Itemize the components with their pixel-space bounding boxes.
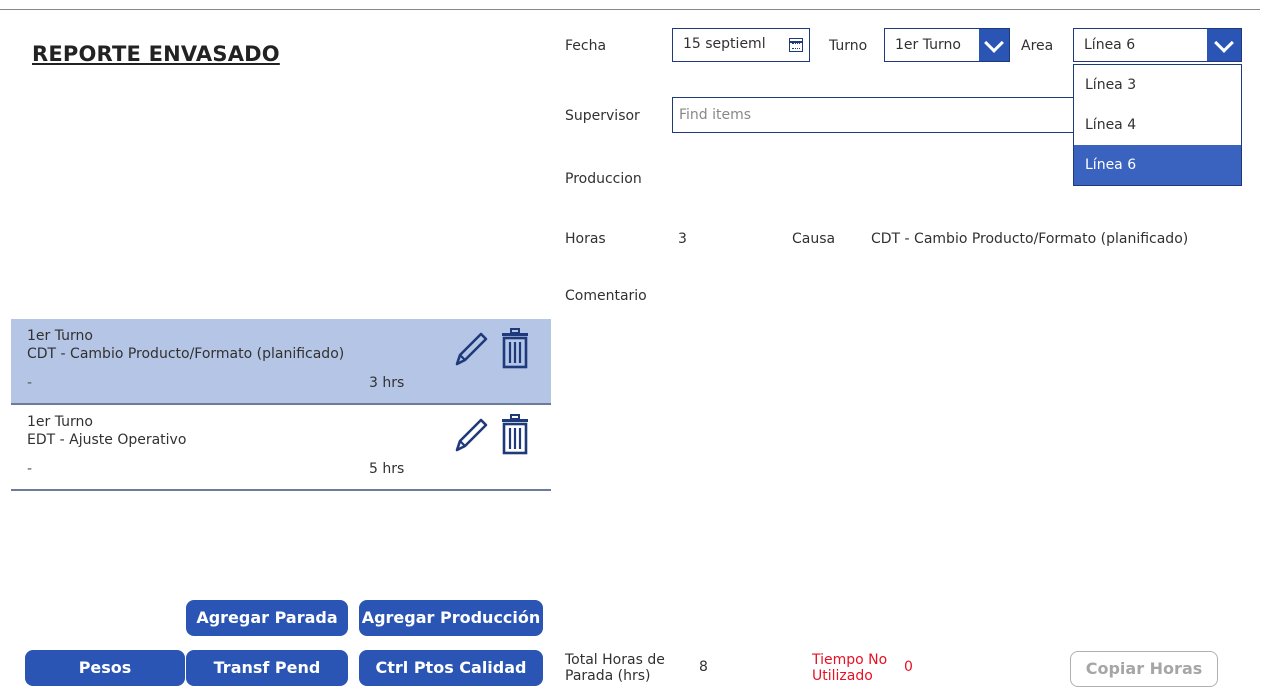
agregar-parada-button[interactable]: Agregar Parada: [186, 600, 348, 636]
produccion-label: Produccion: [565, 171, 642, 187]
comentario-label: Comentario: [565, 288, 647, 304]
area-label: Area: [1021, 38, 1054, 54]
page-title: REPORTE ENVASADO: [32, 42, 280, 66]
list-item-comentario: -: [27, 375, 33, 391]
list-item-turno: 1er Turno: [27, 328, 93, 344]
chevron-down-icon: [984, 33, 1004, 53]
tiempo-label-line-1: Tiempo No: [812, 652, 888, 668]
list-item-turno: 1er Turno: [27, 414, 93, 430]
tiempo-no-utilizado-label: Tiempo No Utilizado: [812, 652, 887, 684]
area-option-linea-4[interactable]: Línea 4: [1074, 105, 1241, 145]
horas-value: 3: [678, 231, 687, 247]
supervisor-combobox[interactable]: Find items: [672, 97, 1074, 133]
total-horas-label-line-2: Parada (hrs): [565, 668, 651, 684]
list-item[interactable]: 1er Turno CDT - Cambio Producto/Formato …: [11, 319, 551, 405]
fecha-datepicker[interactable]: 15 septieml: [672, 28, 810, 62]
turno-value: 1er Turno: [895, 37, 961, 53]
copiar-horas-button[interactable]: Copiar Horas: [1070, 651, 1218, 687]
supervisor-placeholder: Find items: [679, 107, 752, 123]
fecha-value: 15 septieml: [683, 36, 766, 52]
agregar-produccion-button[interactable]: Agregar Producción: [359, 600, 543, 636]
horas-label: Horas: [565, 231, 606, 247]
area-dropdown-button[interactable]: [1207, 29, 1241, 61]
ctrl-ptos-calidad-button[interactable]: Ctrl Ptos Calidad: [359, 650, 543, 686]
list-item-comentario: -: [27, 461, 33, 477]
calendar-icon[interactable]: [789, 38, 803, 52]
pencil-icon[interactable]: [452, 415, 490, 455]
turno-dropdown-button[interactable]: [979, 29, 1009, 61]
causa-value: CDT - Cambio Producto/Formato (planifica…: [871, 231, 1189, 247]
pencil-icon[interactable]: [452, 329, 490, 369]
supervisor-label: Supervisor: [565, 108, 640, 124]
total-horas-label-line-1: Total Horas de: [565, 652, 665, 668]
list-item-horas: 5 hrs: [369, 461, 405, 477]
total-horas-value: 8: [699, 659, 708, 675]
causa-label: Causa: [792, 231, 836, 247]
pesos-button[interactable]: Pesos: [25, 650, 185, 686]
list-item-horas: 3 hrs: [369, 375, 405, 391]
top-divider: [0, 9, 1260, 10]
area-option-linea-6[interactable]: Línea 6: [1074, 145, 1241, 185]
turno-label: Turno: [829, 38, 868, 54]
area-option-linea-3[interactable]: Línea 3: [1074, 65, 1241, 105]
list-item-causa: EDT - Ajuste Operativo: [27, 432, 187, 448]
list-item[interactable]: 1er Turno EDT - Ajuste Operativo - 5 hrs: [11, 405, 551, 491]
chevron-down-icon: [1214, 33, 1234, 53]
turno-dropdown[interactable]: 1er Turno: [884, 28, 1010, 62]
tiempo-no-utilizado-value: 0: [904, 659, 913, 675]
trash-icon[interactable]: [500, 413, 530, 455]
area-options-list: Línea 3 Línea 4 Línea 6: [1073, 64, 1242, 186]
area-dropdown[interactable]: Línea 6: [1073, 28, 1242, 62]
list-item-causa: CDT - Cambio Producto/Formato (planifica…: [27, 346, 345, 362]
transf-pend-button[interactable]: Transf Pend: [186, 650, 348, 686]
tiempo-label-line-2: Utilizado: [812, 668, 873, 684]
fecha-label: Fecha: [565, 38, 607, 54]
area-value: Línea 6: [1084, 37, 1136, 53]
trash-icon[interactable]: [500, 327, 530, 369]
total-horas-label: Total Horas de Parada (hrs): [565, 652, 665, 684]
